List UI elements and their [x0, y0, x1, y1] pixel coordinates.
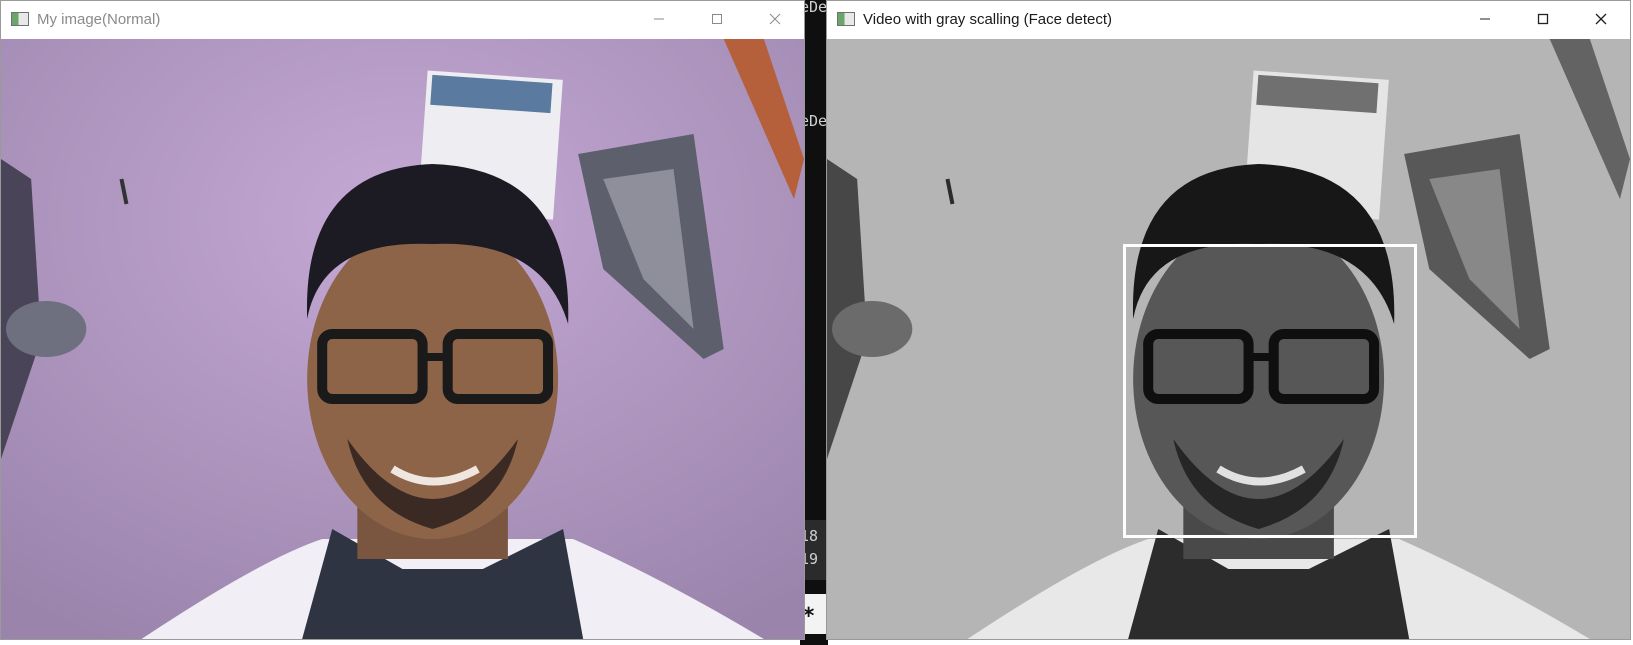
titlebar[interactable]: Video with gray scalling (Face detect)	[827, 1, 1630, 37]
maximize-icon	[1537, 13, 1549, 25]
window-normal-image[interactable]: My image(Normal)	[0, 0, 805, 640]
opencv-window-icon	[11, 12, 29, 26]
minimize-icon	[1480, 18, 1490, 20]
maximize-icon	[712, 14, 722, 24]
minimize-icon	[654, 18, 664, 20]
video-frame-color	[1, 39, 804, 639]
window-controls	[1456, 1, 1630, 37]
maximize-button[interactable]	[688, 1, 746, 37]
desktop: eDe eDe 18 19 * My image(Normal) Video w…	[0, 0, 1633, 645]
close-button[interactable]	[746, 1, 804, 37]
face-detection-box	[1123, 244, 1417, 538]
titlebar[interactable]: My image(Normal)	[1, 1, 804, 37]
maximize-button[interactable]	[1514, 1, 1572, 37]
close-icon	[1595, 13, 1607, 25]
opencv-window-icon	[837, 12, 855, 26]
window-title: My image(Normal)	[37, 10, 161, 28]
close-button[interactable]	[1572, 1, 1630, 37]
webcam-scene	[1, 39, 804, 639]
window-title: Video with gray scalling (Face detect)	[863, 10, 1113, 28]
minimize-button[interactable]	[630, 1, 688, 37]
window-controls	[630, 1, 804, 37]
window-face-detect[interactable]: Video with gray scalling (Face detect)	[826, 0, 1631, 640]
minimize-button[interactable]	[1456, 1, 1514, 37]
video-frame-grayscale	[827, 39, 1630, 639]
close-icon	[769, 13, 781, 25]
